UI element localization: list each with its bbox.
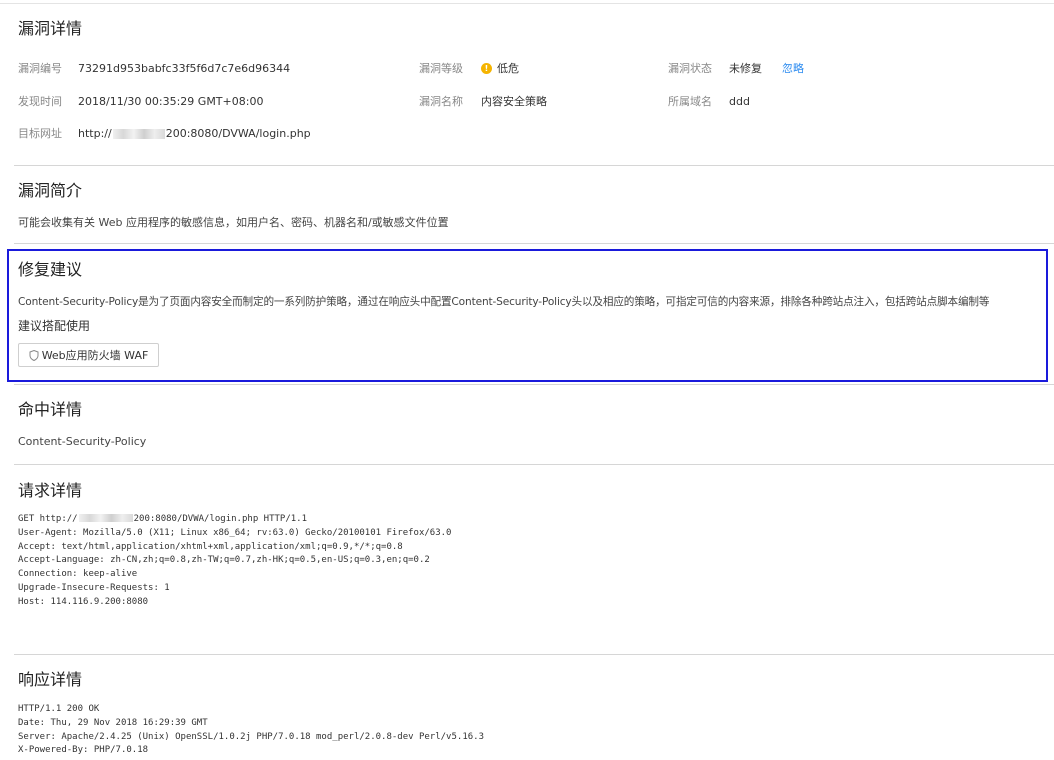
- vuln-details-title: 漏洞详情: [18, 19, 83, 38]
- response-header-line: Date: Thu, 29 Nov 2018 16:29:39 GMT: [18, 717, 208, 728]
- response-title: 响应详情: [18, 670, 83, 689]
- hit-text: Content-Security-Policy: [18, 435, 147, 448]
- vuln-id-label: 漏洞编号: [18, 62, 62, 75]
- response-header-line: X-Powered-By: PHP/7.0.18: [18, 745, 149, 756]
- vuln-id-value: 73291d953babfc33f5f6d7c7e6d96344: [78, 62, 291, 75]
- target-url-value: http:// 200:8080/DVWA/login.php: [78, 127, 311, 141]
- domain-value: ddd: [729, 95, 750, 108]
- request-header-line: User-Agent: Mozilla/5.0 (X11; Linux x86_…: [18, 527, 452, 538]
- response-header-line: Server: Apache/2.4.25 (Unix) OpenSSL/1.0…: [18, 731, 484, 742]
- request-line-suffix: 200:8080/DVWA/login.php HTTP/1.1: [133, 514, 307, 524]
- url-prefix: http://: [78, 127, 112, 140]
- summary-text: 可能会收集有关 Web 应用程序的敏感信息，如用户名、密码、机器名和/或敏感文件…: [18, 216, 449, 229]
- waf-button-label: Web应用防火墙 WAF: [41, 349, 149, 362]
- shield-icon: [29, 349, 39, 362]
- request-header-line: Connection: keep-alive: [18, 569, 138, 580]
- waf-button[interactable]: Web应用防火墙 WAF: [18, 343, 159, 367]
- response-header-line: HTTP/1.1 200 OK: [18, 704, 100, 714]
- summary-title: 漏洞简介: [18, 181, 83, 200]
- request-header-line: Accept: text/html,application/xhtml+xml,…: [18, 541, 403, 552]
- domain-label: 所属域名: [668, 95, 712, 108]
- found-time-value: 2018/11/30 00:35:29 GMT+08:00: [78, 95, 264, 108]
- divider: [14, 654, 1054, 655]
- redacted-ip: [112, 129, 165, 139]
- divider: [14, 464, 1054, 465]
- divider: [14, 384, 1054, 385]
- url-suffix: 200:8080/DVWA/login.php: [165, 127, 311, 140]
- fix-title: 修复建议: [18, 260, 83, 279]
- target-url-label: 目标网址: [18, 127, 62, 140]
- fix-text: Content-Security-Policy是为了页面内容安全而制定的一系列防…: [18, 296, 990, 308]
- vuln-status-label: 漏洞状态: [668, 62, 712, 75]
- request-line: GET http:// 200:8080/DVWA/login.php HTTP/…: [18, 513, 451, 527]
- response-body: HTTP/1.1 200 OK Date: Thu, 29 Nov 2018 16…: [18, 703, 484, 758]
- vuln-name-value: 内容安全策略: [481, 95, 547, 108]
- request-line-prefix: GET http://: [18, 514, 78, 524]
- divider: [14, 165, 1054, 166]
- request-header-line: Accept-Language: zh-CN,zh;q=0.8,zh-TW;q=…: [18, 555, 430, 566]
- request-title: 请求详情: [18, 481, 83, 500]
- hit-title: 命中详情: [18, 400, 83, 419]
- request-header-line: Host: 114.116.9.200:8080: [18, 596, 149, 607]
- request-body: GET http:// 200:8080/DVWA/login.php HTTP/…: [18, 513, 451, 610]
- vuln-level-label: 漏洞等级: [419, 62, 463, 75]
- redacted-ip: [78, 514, 133, 522]
- vuln-status-value: 未修复: [729, 62, 762, 75]
- top-border: [0, 3, 1054, 4]
- fix-highlight-box: [7, 249, 1048, 382]
- divider: [14, 243, 1054, 244]
- ignore-link[interactable]: 忽略: [782, 62, 804, 76]
- recommend-label: 建议搭配使用: [18, 319, 91, 333]
- vuln-name-label: 漏洞名称: [419, 95, 463, 108]
- warning-icon: !: [481, 63, 492, 74]
- found-time-label: 发现时间: [18, 95, 62, 108]
- vuln-level-value: 低危: [497, 62, 519, 75]
- request-header-line: Upgrade-Insecure-Requests: 1: [18, 582, 170, 593]
